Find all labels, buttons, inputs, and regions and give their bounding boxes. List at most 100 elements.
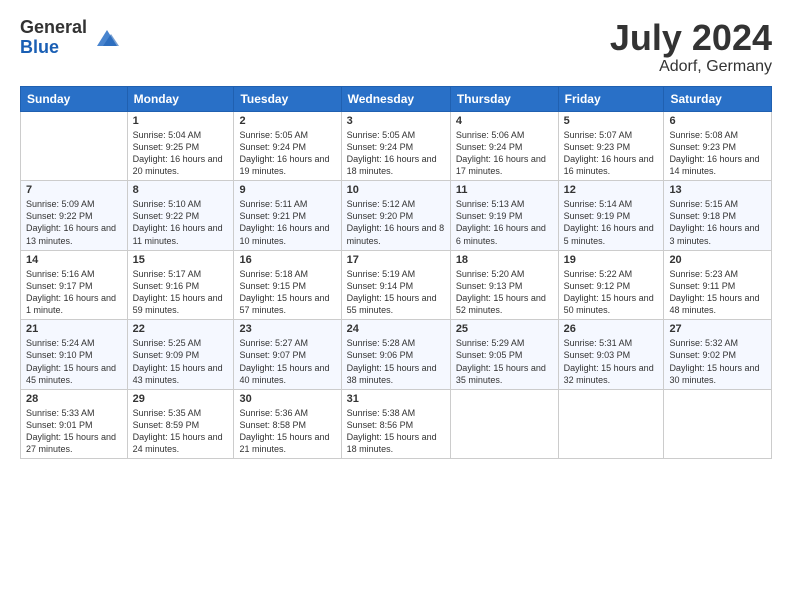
cell-details: Sunrise: 5:06 AMSunset: 9:24 PMDaylight:… [456, 129, 553, 178]
logo-blue-text: Blue [20, 38, 87, 58]
day-number: 31 [347, 393, 445, 405]
table-row: 9 Sunrise: 5:11 AMSunset: 9:21 PMDayligh… [234, 181, 341, 251]
calendar-table: Sunday Monday Tuesday Wednesday Thursday… [20, 86, 772, 460]
cell-details: Sunrise: 5:17 AMSunset: 9:16 PMDaylight:… [133, 268, 229, 317]
logo-icon [93, 24, 121, 52]
day-number: 10 [347, 184, 445, 196]
cell-details: Sunrise: 5:14 AMSunset: 9:19 PMDaylight:… [564, 198, 659, 247]
calendar-header-row: Sunday Monday Tuesday Wednesday Thursday… [21, 86, 772, 111]
col-tuesday: Tuesday [234, 86, 341, 111]
day-number: 16 [239, 254, 335, 266]
day-number: 23 [239, 323, 335, 335]
day-number: 9 [239, 184, 335, 196]
table-row: 23 Sunrise: 5:27 AMSunset: 9:07 PMDaylig… [234, 320, 341, 390]
table-row: 5 Sunrise: 5:07 AMSunset: 9:23 PMDayligh… [558, 111, 664, 181]
cell-details: Sunrise: 5:05 AMSunset: 9:24 PMDaylight:… [347, 129, 445, 178]
day-number: 18 [456, 254, 553, 266]
calendar-week-1: 1 Sunrise: 5:04 AMSunset: 9:25 PMDayligh… [21, 111, 772, 181]
cell-details: Sunrise: 5:35 AMSunset: 8:59 PMDaylight:… [133, 407, 229, 456]
col-monday: Monday [127, 86, 234, 111]
table-row: 27 Sunrise: 5:32 AMSunset: 9:02 PMDaylig… [664, 320, 772, 390]
day-number: 6 [669, 115, 766, 127]
table-row: 28 Sunrise: 5:33 AMSunset: 9:01 PMDaylig… [21, 389, 128, 459]
day-number: 22 [133, 323, 229, 335]
header: General Blue July 2024 Adorf, Germany [20, 18, 772, 76]
table-row: 21 Sunrise: 5:24 AMSunset: 9:10 PMDaylig… [21, 320, 128, 390]
col-friday: Friday [558, 86, 664, 111]
cell-details: Sunrise: 5:04 AMSunset: 9:25 PMDaylight:… [133, 129, 229, 178]
calendar-week-2: 7 Sunrise: 5:09 AMSunset: 9:22 PMDayligh… [21, 181, 772, 251]
cell-details: Sunrise: 5:07 AMSunset: 9:23 PMDaylight:… [564, 129, 659, 178]
day-number: 24 [347, 323, 445, 335]
cell-details: Sunrise: 5:18 AMSunset: 9:15 PMDaylight:… [239, 268, 335, 317]
table-row: 26 Sunrise: 5:31 AMSunset: 9:03 PMDaylig… [558, 320, 664, 390]
title-block: July 2024 Adorf, Germany [610, 18, 772, 76]
table-row: 4 Sunrise: 5:06 AMSunset: 9:24 PMDayligh… [450, 111, 558, 181]
cell-details: Sunrise: 5:29 AMSunset: 9:05 PMDaylight:… [456, 337, 553, 386]
cell-details: Sunrise: 5:15 AMSunset: 9:18 PMDaylight:… [669, 198, 766, 247]
cell-details: Sunrise: 5:32 AMSunset: 9:02 PMDaylight:… [669, 337, 766, 386]
day-number: 28 [26, 393, 122, 405]
table-row [558, 389, 664, 459]
cell-details: Sunrise: 5:11 AMSunset: 9:21 PMDaylight:… [239, 198, 335, 247]
cell-details: Sunrise: 5:36 AMSunset: 8:58 PMDaylight:… [239, 407, 335, 456]
cell-details: Sunrise: 5:05 AMSunset: 9:24 PMDaylight:… [239, 129, 335, 178]
table-row: 22 Sunrise: 5:25 AMSunset: 9:09 PMDaylig… [127, 320, 234, 390]
table-row: 25 Sunrise: 5:29 AMSunset: 9:05 PMDaylig… [450, 320, 558, 390]
day-number: 25 [456, 323, 553, 335]
table-row: 7 Sunrise: 5:09 AMSunset: 9:22 PMDayligh… [21, 181, 128, 251]
day-number: 26 [564, 323, 659, 335]
table-row [450, 389, 558, 459]
cell-details: Sunrise: 5:16 AMSunset: 9:17 PMDaylight:… [26, 268, 122, 317]
calendar-week-3: 14 Sunrise: 5:16 AMSunset: 9:17 PMDaylig… [21, 250, 772, 320]
col-saturday: Saturday [664, 86, 772, 111]
day-number: 1 [133, 115, 229, 127]
table-row: 18 Sunrise: 5:20 AMSunset: 9:13 PMDaylig… [450, 250, 558, 320]
day-number: 3 [347, 115, 445, 127]
cell-details: Sunrise: 5:10 AMSunset: 9:22 PMDaylight:… [133, 198, 229, 247]
table-row: 24 Sunrise: 5:28 AMSunset: 9:06 PMDaylig… [341, 320, 450, 390]
day-number: 13 [669, 184, 766, 196]
cell-details: Sunrise: 5:24 AMSunset: 9:10 PMDaylight:… [26, 337, 122, 386]
day-number: 15 [133, 254, 229, 266]
location: Adorf, Germany [610, 58, 772, 76]
cell-details: Sunrise: 5:31 AMSunset: 9:03 PMDaylight:… [564, 337, 659, 386]
table-row: 8 Sunrise: 5:10 AMSunset: 9:22 PMDayligh… [127, 181, 234, 251]
cell-details: Sunrise: 5:13 AMSunset: 9:19 PMDaylight:… [456, 198, 553, 247]
day-number: 30 [239, 393, 335, 405]
cell-details: Sunrise: 5:22 AMSunset: 9:12 PMDaylight:… [564, 268, 659, 317]
table-row: 17 Sunrise: 5:19 AMSunset: 9:14 PMDaylig… [341, 250, 450, 320]
day-number: 17 [347, 254, 445, 266]
cell-details: Sunrise: 5:20 AMSunset: 9:13 PMDaylight:… [456, 268, 553, 317]
table-row: 2 Sunrise: 5:05 AMSunset: 9:24 PMDayligh… [234, 111, 341, 181]
cell-details: Sunrise: 5:08 AMSunset: 9:23 PMDaylight:… [669, 129, 766, 178]
logo: General Blue [20, 18, 121, 58]
table-row: 16 Sunrise: 5:18 AMSunset: 9:15 PMDaylig… [234, 250, 341, 320]
table-row: 20 Sunrise: 5:23 AMSunset: 9:11 PMDaylig… [664, 250, 772, 320]
cell-details: Sunrise: 5:23 AMSunset: 9:11 PMDaylight:… [669, 268, 766, 317]
table-row: 12 Sunrise: 5:14 AMSunset: 9:19 PMDaylig… [558, 181, 664, 251]
table-row: 10 Sunrise: 5:12 AMSunset: 9:20 PMDaylig… [341, 181, 450, 251]
cell-details: Sunrise: 5:33 AMSunset: 9:01 PMDaylight:… [26, 407, 122, 456]
day-number: 29 [133, 393, 229, 405]
day-number: 14 [26, 254, 122, 266]
calendar-week-5: 28 Sunrise: 5:33 AMSunset: 9:01 PMDaylig… [21, 389, 772, 459]
table-row: 31 Sunrise: 5:38 AMSunset: 8:56 PMDaylig… [341, 389, 450, 459]
table-row: 11 Sunrise: 5:13 AMSunset: 9:19 PMDaylig… [450, 181, 558, 251]
day-number: 12 [564, 184, 659, 196]
table-row: 29 Sunrise: 5:35 AMSunset: 8:59 PMDaylig… [127, 389, 234, 459]
col-thursday: Thursday [450, 86, 558, 111]
table-row: 15 Sunrise: 5:17 AMSunset: 9:16 PMDaylig… [127, 250, 234, 320]
day-number: 5 [564, 115, 659, 127]
table-row [21, 111, 128, 181]
table-row: 1 Sunrise: 5:04 AMSunset: 9:25 PMDayligh… [127, 111, 234, 181]
col-wednesday: Wednesday [341, 86, 450, 111]
cell-details: Sunrise: 5:38 AMSunset: 8:56 PMDaylight:… [347, 407, 445, 456]
cell-details: Sunrise: 5:28 AMSunset: 9:06 PMDaylight:… [347, 337, 445, 386]
day-number: 4 [456, 115, 553, 127]
day-number: 20 [669, 254, 766, 266]
logo-general-text: General [20, 18, 87, 38]
cell-details: Sunrise: 5:25 AMSunset: 9:09 PMDaylight:… [133, 337, 229, 386]
day-number: 19 [564, 254, 659, 266]
table-row [664, 389, 772, 459]
